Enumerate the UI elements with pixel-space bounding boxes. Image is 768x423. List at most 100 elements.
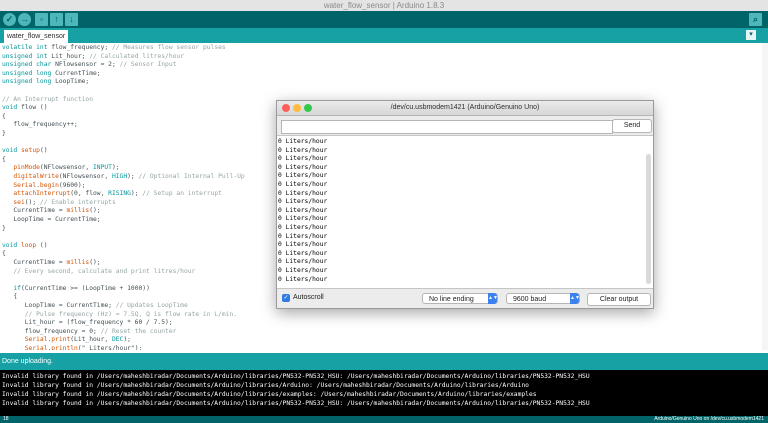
code-line: LoopTime = CurrentTime; [2,216,100,225]
code-line: void flow () [2,104,48,113]
code-token: INPUT [93,164,112,172]
serial-output-line: 0 Liters/hour [278,198,328,206]
serial-output-line: 0 Liters/hour [278,138,328,145]
baud-select[interactable]: 9600 baud ▲▼ [506,293,580,304]
serial-scrollbar[interactable] [646,154,651,284]
code-line: if(CurrentTime >= (LoopTime + 1000)) [2,285,150,294]
autoscroll-checkbox[interactable]: ✓ [282,294,290,302]
code-token: // Every second, calculate and print lit… [13,267,196,275]
zoom-icon[interactable] [304,104,312,112]
code-line: { [2,113,6,122]
code-line: Serial.print(Lit_hour, DEC); [2,336,131,345]
clear-output-button[interactable]: Clear output [587,293,651,306]
serial-output-line: 0 Liters/hour [278,258,328,266]
serial-input[interactable] [281,120,613,134]
serial-output-line: 0 Liters/hour [278,172,328,180]
code-token: unsigned [2,61,33,69]
code-token: // Enable interrupts [39,198,116,206]
code-token: ); [123,336,131,344]
code-line: unsigned char NFlowsensor = 2; // Sensor… [2,61,176,70]
code-token: RISING [108,190,131,198]
console-output: Invalid library found in /Users/maheshbi… [0,370,768,416]
code-token: begin [39,181,59,189]
serial-output-line: 0 Liters/hour [278,181,328,188]
code-token: () [39,147,48,155]
code-line: pinMode(NFlowsensor, INPUT); [2,164,119,173]
editor-scrollbar[interactable] [762,43,768,350]
code-token: CurrentTime = [2,259,67,266]
code-token: Serial [24,336,48,344]
code-token: HIGH [111,173,128,180]
code-token: digitalWrite [13,173,59,180]
serial-output-line: 0 Liters/hour [278,224,328,231]
code-token: CurrentTime = [2,207,67,215]
code-token: { [2,112,6,120]
code-token: int [36,44,48,51]
open-icon[interactable]: ↑ [50,13,63,26]
code-token: int [36,52,48,60]
serial-output-line: 0 Liters/hour [278,206,328,214]
code-token: pinMode [13,164,40,172]
code-token: unsigned [2,69,33,77]
code-token: // Sensor Input [119,61,177,69]
tab-water-flow-sensor[interactable]: water_flow_sensor [4,30,68,43]
code-token: long [36,78,52,86]
code-token: // Updates LoopTime [115,302,188,309]
code-line: } [2,130,6,139]
board-port: Arduino/Genuino Uno on /dev/cu.usbmodem1… [654,416,764,422]
code-token: NFlowsensor = 2; [55,61,120,69]
serial-monitor-icon[interactable]: ⌕ [749,13,762,26]
code-line: LoopTime = CurrentTime; // Updates LoopT… [2,302,188,311]
code-token: if [13,284,21,292]
code-token: // An Interrupt function [2,95,93,103]
code-line: { [2,250,6,259]
verify-icon[interactable]: ✓ [3,13,16,26]
code-token: (NFlowsensor, [39,164,93,172]
code-token: (); [24,198,40,206]
code-line: // Every second, calculate and print lit… [2,268,195,277]
code-line: { [2,156,6,165]
code-token: // Pulse frequency (Hz) = 7.5Q, Q is flo… [24,310,238,318]
serial-output-line: 0 Liters/hour [278,155,328,163]
chevron-down-icon: ▲▼ [570,293,580,304]
code-token: println [51,345,78,350]
new-icon[interactable]: ▫ [35,13,48,26]
toolbar: ✓ → ▫ ↑ ↓ ⌕ [0,11,768,28]
code-line: Serial.println(" Liters/hour"); [2,345,143,350]
code-token: (); [89,259,101,266]
serial-monitor-window: /dev/cu.usbmodem1421 (Arduino/Genuino Un… [276,100,654,309]
code-token: sei [13,198,25,206]
code-token: flow () [17,104,48,112]
serial-output-line: 0 Liters/hour [278,189,328,197]
code-token: // Optional Internal Pull-Up [138,173,245,180]
code-token: volatile [2,44,33,51]
code-token: (9600); [58,181,86,189]
upload-icon[interactable]: → [18,13,31,26]
serial-output-line: 0 Liters/hour [278,215,328,223]
code-token: flow_frequency; [47,44,112,51]
console-line: Invalid library found in /Users/maheshbi… [2,400,590,407]
code-token: { [2,250,6,258]
minimize-icon[interactable] [293,104,301,112]
code-token: long [36,69,52,77]
code-line: { [2,293,17,302]
code-line: flow_frequency = 0; // Reset the counter [2,327,177,337]
code-token: flow_frequency = 0; [2,327,101,335]
code-token: LoopTime; [51,78,90,86]
send-button[interactable]: Send [612,119,652,133]
code-line: sei(); // Enable interrupts [2,198,116,208]
code-token: // Setup an interrupt [142,190,222,198]
code-token: } [2,224,6,232]
save-icon[interactable]: ↓ [65,13,78,26]
code-line: volatile int flow_frequency; // Measures… [2,44,226,53]
status-message: Done uploading. [0,353,768,370]
code-token: flow_frequency++; [2,121,78,129]
tab-menu-icon[interactable]: ▾ [746,30,756,40]
close-icon[interactable] [282,104,290,112]
line-ending-select[interactable]: No line ending ▲▼ [422,293,498,304]
code-token: unsigned [2,52,33,60]
serial-output-line: 0 Liters/hour [278,249,328,257]
